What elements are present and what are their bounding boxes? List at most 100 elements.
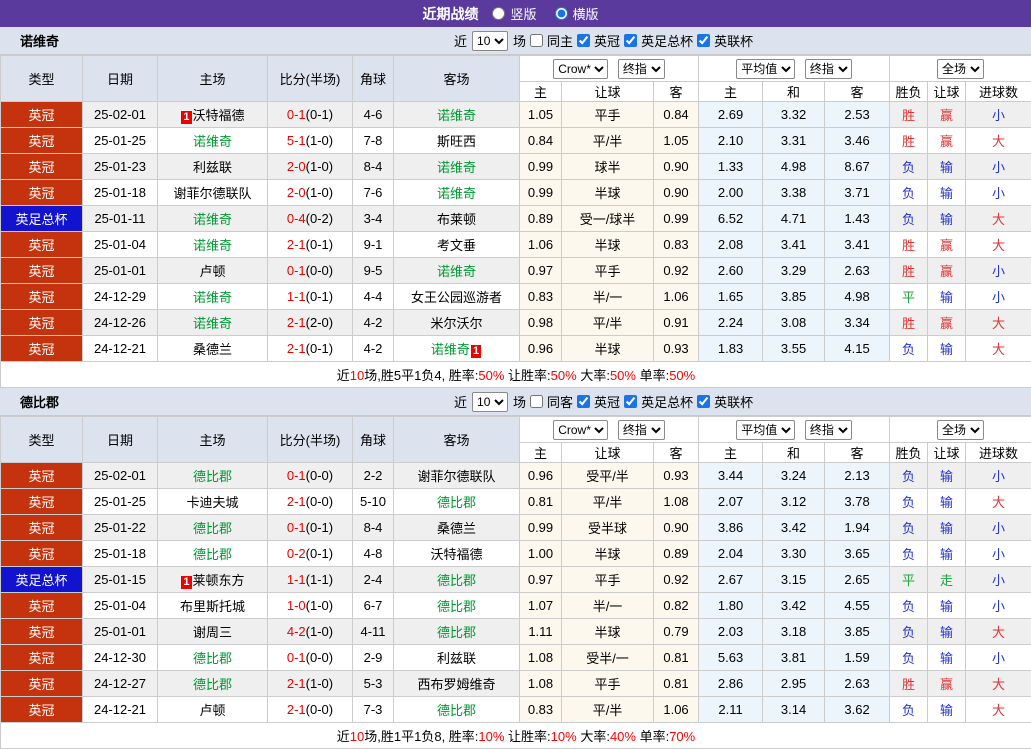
average-select[interactable]: 平均值 bbox=[736, 59, 795, 79]
fulltime-score: 0-1 bbox=[287, 107, 306, 122]
home-team-cell: 德比郡 bbox=[158, 541, 268, 567]
away-team-name: 诺维奇 bbox=[437, 264, 476, 279]
odds-kind-select[interactable]: 终指 bbox=[618, 59, 665, 79]
odds-company-select[interactable]: Crow* bbox=[553, 420, 608, 440]
avg-draw-odds: 3.30 bbox=[763, 541, 825, 567]
table-row: 英冠 24-12-21 桑德兰 2-1(0-1) 4-2 诺维奇1 0.96 半… bbox=[1, 336, 1031, 362]
score-cell: 0-2(0-1) bbox=[268, 541, 353, 567]
table-row: 英冠 25-01-18 德比郡 0-2(0-1) 4-8 沃特福德 1.00 半… bbox=[1, 541, 1031, 567]
handicap-home-odds: 0.97 bbox=[520, 567, 562, 593]
away-team-name: 德比郡 bbox=[437, 703, 476, 718]
same-venue-label: 同主 bbox=[547, 31, 573, 50]
results-body: 英冠 25-02-01 德比郡 0-1(0-0) 2-2 谢菲尔德联队 0.96… bbox=[1, 463, 1031, 723]
home-team-name: 德比郡 bbox=[193, 547, 232, 562]
result-cell: 负 bbox=[890, 697, 928, 723]
away-team-name: 德比郡 bbox=[437, 625, 476, 640]
corner-cell: 4-6 bbox=[353, 102, 394, 128]
date-cell: 25-01-25 bbox=[83, 489, 158, 515]
odds-company-select[interactable]: Crow* bbox=[553, 59, 608, 79]
halftime-score: (0-2) bbox=[306, 211, 333, 226]
table-row: 英冠 25-01-04 诺维奇 2-1(0-1) 9-1 考文垂 1.06 半球… bbox=[1, 232, 1031, 258]
goals-result-cell: 小 bbox=[966, 102, 1031, 128]
result-cell: 胜 bbox=[890, 310, 928, 336]
avg-away-odds: 1.94 bbox=[825, 515, 890, 541]
average-select[interactable]: 平均值 bbox=[736, 420, 795, 440]
away-team-name: 沃特福德 bbox=[430, 547, 482, 562]
league-eflcup-checkbox[interactable] bbox=[697, 34, 710, 47]
handicap-away-odds: 0.89 bbox=[654, 541, 699, 567]
home-team-name: 德比郡 bbox=[193, 651, 232, 666]
average-kind-select[interactable]: 终指 bbox=[805, 59, 852, 79]
home-team-cell: 诺维奇 bbox=[158, 232, 268, 258]
vertical-radio[interactable] bbox=[492, 7, 505, 20]
same-venue-checkbox[interactable] bbox=[530, 34, 543, 47]
fulltime-score: 2-1 bbox=[287, 315, 306, 330]
horizontal-layout-option[interactable]: 横版 bbox=[553, 4, 599, 23]
score-cell: 2-0(1-0) bbox=[268, 180, 353, 206]
corner-cell: 2-4 bbox=[353, 567, 394, 593]
result-cell: 负 bbox=[890, 154, 928, 180]
recent-count-select[interactable]: 10 bbox=[472, 31, 508, 51]
corner-cell: 7-6 bbox=[353, 180, 394, 206]
away-team-name: 诺维奇 bbox=[437, 160, 476, 175]
avg-draw-odds: 3.15 bbox=[763, 567, 825, 593]
home-team-cell: 利兹联 bbox=[158, 154, 268, 180]
avg-draw-odds: 3.38 bbox=[763, 180, 825, 206]
away-team-cell: 女王公园巡游者 bbox=[394, 284, 520, 310]
score-cell: 1-1(0-1) bbox=[268, 284, 353, 310]
scope-select[interactable]: 全场 bbox=[937, 420, 984, 440]
league-facup-checkbox[interactable] bbox=[624, 34, 637, 47]
avg-away-odds: 4.98 bbox=[825, 284, 890, 310]
score-cell: 0-1(0-0) bbox=[268, 645, 353, 671]
average-kind-select[interactable]: 终指 bbox=[805, 420, 852, 440]
home-team-name: 卢顿 bbox=[199, 703, 225, 718]
scope-select[interactable]: 全场 bbox=[937, 59, 984, 79]
handicap-result-cell: 走 bbox=[928, 567, 966, 593]
home-team-cell: 诺维奇 bbox=[158, 284, 268, 310]
handicap-result-cell: 输 bbox=[928, 206, 966, 232]
vertical-radio-label: 竖版 bbox=[510, 4, 536, 23]
avg-away-odds: 3.85 bbox=[825, 619, 890, 645]
team-name: 诺维奇 bbox=[20, 31, 59, 50]
away-team-cell: 诺维奇 bbox=[394, 102, 520, 128]
league-championship-checkbox[interactable] bbox=[577, 395, 590, 408]
halftime-score: (0-1) bbox=[306, 341, 333, 356]
match-type-cell: 英冠 bbox=[1, 336, 83, 362]
fulltime-score: 2-0 bbox=[287, 159, 306, 174]
handicap-home-odds: 0.96 bbox=[520, 463, 562, 489]
vertical-layout-option[interactable]: 竖版 bbox=[490, 4, 536, 23]
summary-segment: 单率: bbox=[636, 729, 669, 744]
handicap-result-cell: 输 bbox=[928, 180, 966, 206]
handicap-home-odds: 1.08 bbox=[520, 671, 562, 697]
score-cell: 2-1(2-0) bbox=[268, 310, 353, 336]
league-eflcup-checkbox[interactable] bbox=[697, 395, 710, 408]
handicap-result-cell: 输 bbox=[928, 593, 966, 619]
league-facup-checkbox[interactable] bbox=[624, 395, 637, 408]
league-championship-checkbox[interactable] bbox=[577, 34, 590, 47]
goals-result-cell: 大 bbox=[966, 489, 1031, 515]
corner-cell: 4-4 bbox=[353, 284, 394, 310]
odds-kind-select[interactable]: 终指 bbox=[618, 420, 665, 440]
handicap-away-odds: 0.92 bbox=[654, 258, 699, 284]
league-championship-label: 英冠 bbox=[594, 31, 620, 50]
table-row: 英冠 25-01-25 诺维奇 5-1(1-0) 7-8 斯旺西 0.84 平/… bbox=[1, 128, 1031, 154]
fulltime-score: 0-1 bbox=[287, 650, 306, 665]
col-let-away: 客 bbox=[654, 82, 699, 102]
result-cell: 胜 bbox=[890, 258, 928, 284]
home-team-cell: 1沃特福德 bbox=[158, 102, 268, 128]
avg-home-odds: 1.83 bbox=[699, 336, 763, 362]
match-type-cell: 英冠 bbox=[1, 232, 83, 258]
summary-segment: 单率: bbox=[636, 368, 669, 383]
recent-count-select[interactable]: 10 bbox=[472, 392, 508, 412]
same-venue-checkbox[interactable] bbox=[530, 395, 543, 408]
horizontal-radio[interactable] bbox=[555, 7, 568, 20]
selector-row: 类型 日期 主场 比分(半场) 角球 客场 Crow* 终指 平均值 终指 全场 bbox=[1, 417, 1031, 443]
summary-segment: 50% bbox=[669, 368, 695, 383]
home-team-cell: 德比郡 bbox=[158, 463, 268, 489]
result-cell: 胜 bbox=[890, 232, 928, 258]
scope-selects: 全场 bbox=[890, 56, 1031, 82]
handicap-away-odds: 0.91 bbox=[654, 310, 699, 336]
halftime-score: (0-0) bbox=[306, 702, 333, 717]
date-cell: 24-12-27 bbox=[83, 671, 158, 697]
away-team-cell: 考文垂 bbox=[394, 232, 520, 258]
